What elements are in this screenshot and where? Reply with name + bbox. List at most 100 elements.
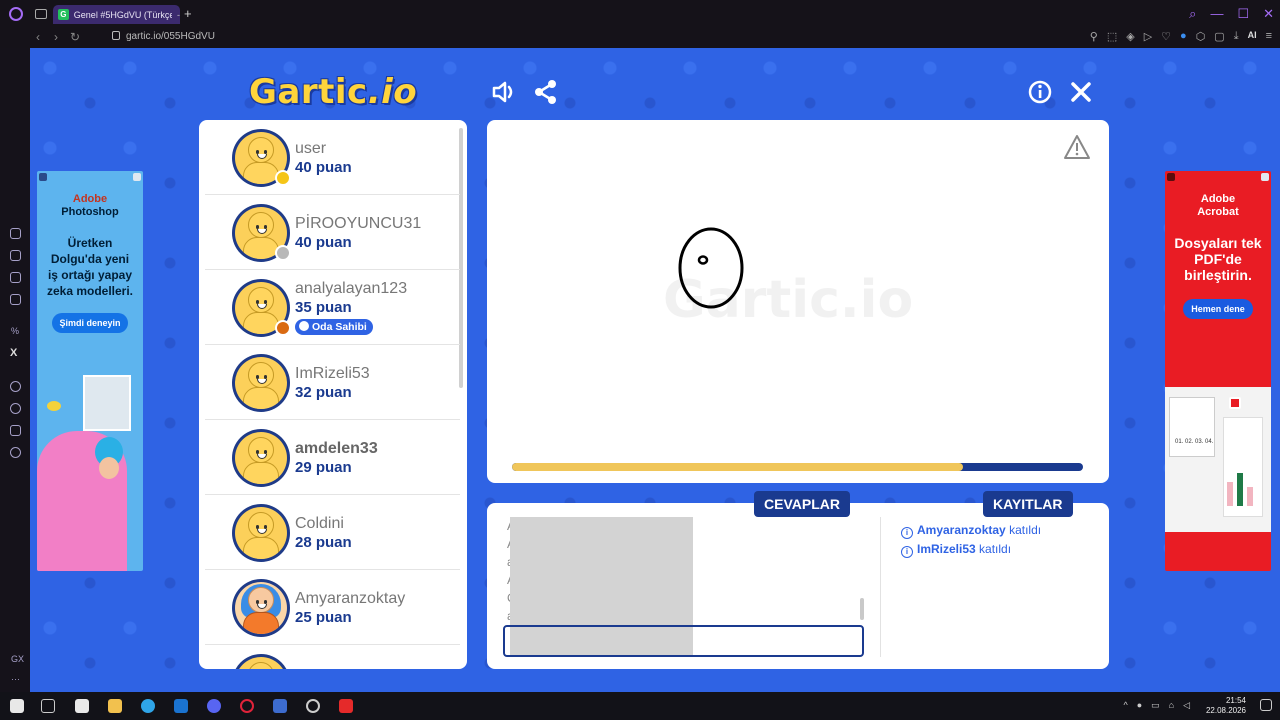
ad-close-icon[interactable] [133,173,141,181]
edge-icon[interactable] [141,699,155,713]
windows-taskbar: ^ ● ▭ ⌂ ◁ 21:54 22.08.2026 [0,692,1280,720]
tray-chevron-icon[interactable]: ^ [1123,700,1127,711]
player-row[interactable]: analyalayan123 35 puan Oda Sahibi [205,270,460,345]
download-icon[interactable]: ⤓ [1234,30,1239,43]
sidebar-history-icon[interactable] [10,403,21,414]
player-score: 35 puan [295,299,352,316]
lock-icon [112,31,120,40]
ad-left-cta-button[interactable]: Şimdi deneyin [52,313,128,333]
extension-blue-icon[interactable]: ● [1180,30,1187,43]
tab-answers[interactable]: CEVAPLAR [754,491,850,517]
player-score: 40 puan [295,159,352,176]
player-name: ImRizeli53 [295,365,370,382]
pin-icon[interactable]: ⚲ [1090,30,1098,43]
tab-logs[interactable]: KAYITLAR [983,491,1073,517]
player-row[interactable]: user 40 puan [205,120,460,195]
player-list[interactable]: user 40 puan PİROOYUNCU31 40 puan analya… [199,120,467,669]
shield-icon[interactable]: ◈ [1126,30,1134,43]
share-icon[interactable] [532,78,560,106]
sidebar-aria-icon[interactable] [10,228,21,239]
start-button-icon[interactable] [10,699,24,713]
tray-volume-icon[interactable]: ◁ [1183,700,1190,711]
player-row[interactable] [205,645,460,669]
opera-gx-icon[interactable] [240,699,254,713]
info-icon: i [901,527,913,539]
discord-icon[interactable] [207,699,221,713]
file-explorer-icon[interactable] [108,699,122,713]
tray-battery-icon[interactable]: ▭ [1151,700,1160,711]
task-view-icon[interactable] [41,699,55,713]
drawing-board[interactable]: Gartic.io [487,120,1109,483]
snapshot-icon[interactable]: ⬚ [1107,30,1117,43]
round-timer-fill [512,463,964,471]
ad-right-cta-button[interactable]: Hemen dene [1183,299,1253,319]
ad-left-photoshop[interactable]: Adobe Photoshop Üretken Dolgu'da yeni iş… [37,171,143,571]
close-icon[interactable] [1067,78,1095,106]
notifications-icon[interactable] [1260,699,1272,711]
app-icon[interactable] [273,699,287,713]
store-icon[interactable] [75,699,89,713]
wallet-icon[interactable]: ▢ [1214,30,1224,43]
answers-scrollbar[interactable] [860,598,864,620]
tray-clock[interactable]: 21:54 22.08.2026 [1206,696,1246,716]
ad-choices-icon[interactable] [1167,173,1175,181]
player-row[interactable]: amdelen33 29 puan [205,420,460,495]
sidebar-percent-icon[interactable]: % [11,326,19,336]
aria-ai-button[interactable]: AI [1248,30,1257,43]
log-entry: i ImRizeli53 katıldı [901,542,1011,558]
player-score: 29 puan [295,459,352,476]
tab-close-button[interactable]: - [177,10,180,20]
avatar [232,429,290,487]
sidebar-gx-icon[interactable]: GX [11,654,24,664]
url-field[interactable]: gartic.io/055HGdVU [112,31,215,42]
extensions-icon[interactable]: ⬡ [1196,30,1206,43]
log-action: katıldı [979,542,1012,556]
reload-icon[interactable]: ↻ [70,30,80,44]
minimize-button[interactable]: — [1210,6,1223,22]
player-row[interactable]: ImRizeli53 32 puan [205,345,460,420]
system-tray: ^ ● ▭ ⌂ ◁ [1123,700,1190,711]
player-icon[interactable]: ▷ [1144,30,1152,43]
more-menu-icon[interactable]: ≡ [1266,30,1272,43]
log-user: ImRizeli53 [917,542,976,556]
sidebar-settings-icon[interactable] [10,447,21,458]
ad-right-acrobat[interactable]: Adobe Acrobat Dosyaları tek PDF'de birle… [1165,171,1271,571]
sound-icon[interactable] [490,78,518,106]
back-icon[interactable]: ‹ [36,30,40,44]
tray-mic-icon[interactable]: ● [1137,700,1142,711]
player-row[interactable]: Amyaranzoktay 25 puan [205,570,460,645]
forward-icon[interactable]: › [54,30,58,44]
heart-icon[interactable]: ♡ [1161,30,1171,43]
sidebar-more-icon[interactable]: ··· [11,674,20,684]
panel-divider [880,517,881,657]
answer-input[interactable] [503,625,864,657]
sidebar-player-icon[interactable] [10,381,21,392]
opera-menu-icon[interactable] [9,7,23,21]
gartic-game: Gartic.io Adobe Photoshop Üretken Dolgu'… [30,48,1280,692]
search-icon[interactable]: ⌕ [1189,6,1196,22]
player-row[interactable]: PİROOYUNCU31 40 puan [205,195,460,270]
sidebar-music-icon[interactable] [10,272,21,283]
outlook-icon[interactable] [174,699,188,713]
tab-gartic[interactable]: G Genel #5HGdVU (Türkçe) - [53,5,180,24]
sidebar-messenger-icon[interactable] [10,294,21,305]
ad-close-icon[interactable] [1261,173,1269,181]
avatar [232,579,290,637]
tab-islands-icon[interactable] [35,9,47,19]
anydesk-icon[interactable] [339,699,353,713]
tray-network-icon[interactable]: ⌂ [1169,700,1174,711]
level-badge [275,170,291,186]
sidebar-x-icon[interactable]: X [10,347,17,359]
new-tab-button[interactable]: + [184,7,192,20]
sidebar-bag-icon[interactable] [10,250,21,261]
obs-icon[interactable] [306,699,320,713]
info-icon[interactable] [1026,78,1054,106]
ad-choices-icon[interactable] [39,173,47,181]
report-warning-icon[interactable] [1063,134,1091,160]
sidebar-extensions-icon[interactable] [10,425,21,436]
maximize-button[interactable]: ☐ [1237,6,1249,22]
watermark-suffix: .io [839,270,914,330]
player-row[interactable]: Coldini 28 puan [205,495,460,570]
close-window-button[interactable]: ✕ [1263,6,1274,22]
player-name: Amyaranzoktay [295,590,406,607]
